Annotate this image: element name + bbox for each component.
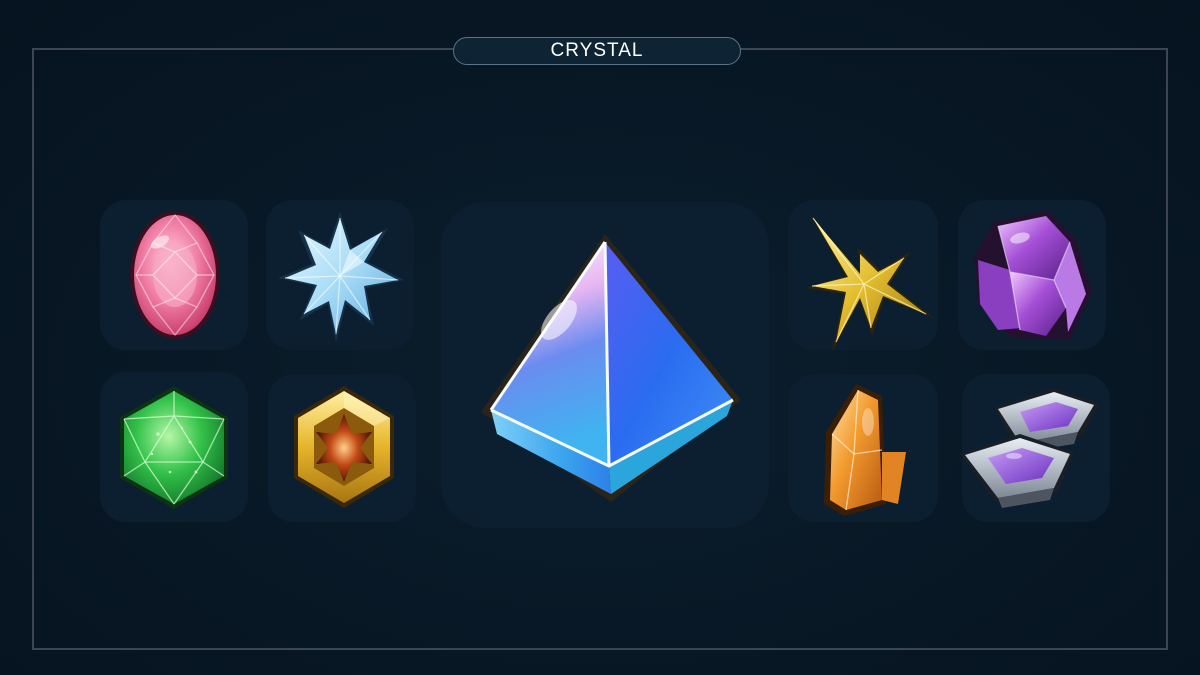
crystal-slot-amethyst[interactable] — [958, 200, 1106, 350]
page-title: CRYSTAL — [453, 37, 741, 65]
crystal-slot-featured[interactable] — [441, 202, 769, 528]
gold-hexagon-fire-gem-icon — [294, 386, 394, 508]
pink-oval-gem-icon — [130, 211, 220, 339]
crystal-slot-plates[interactable] — [960, 374, 1110, 522]
crystal-slot-green[interactable] — [100, 372, 248, 522]
gold-spiky-star-icon — [806, 212, 934, 352]
blue-prism-crystal-icon — [481, 234, 741, 502]
crystal-slot-ice[interactable] — [266, 200, 414, 350]
green-hexagon-gem-icon — [120, 386, 228, 509]
crystal-slot-gold-fire[interactable] — [268, 374, 416, 522]
ice-star-crystal-icon — [278, 212, 404, 342]
crystal-slot-gold-star[interactable] — [788, 200, 938, 352]
crystal-slot-pink[interactable] — [100, 200, 248, 350]
purple-amethyst-cluster-icon — [974, 210, 1092, 340]
orange-quartz-shard-icon — [824, 384, 906, 516]
crystal-gallery: CRYSTAL — [0, 0, 1200, 675]
silver-purple-plates-icon — [960, 388, 1100, 508]
crystal-slot-orange[interactable] — [788, 374, 938, 522]
